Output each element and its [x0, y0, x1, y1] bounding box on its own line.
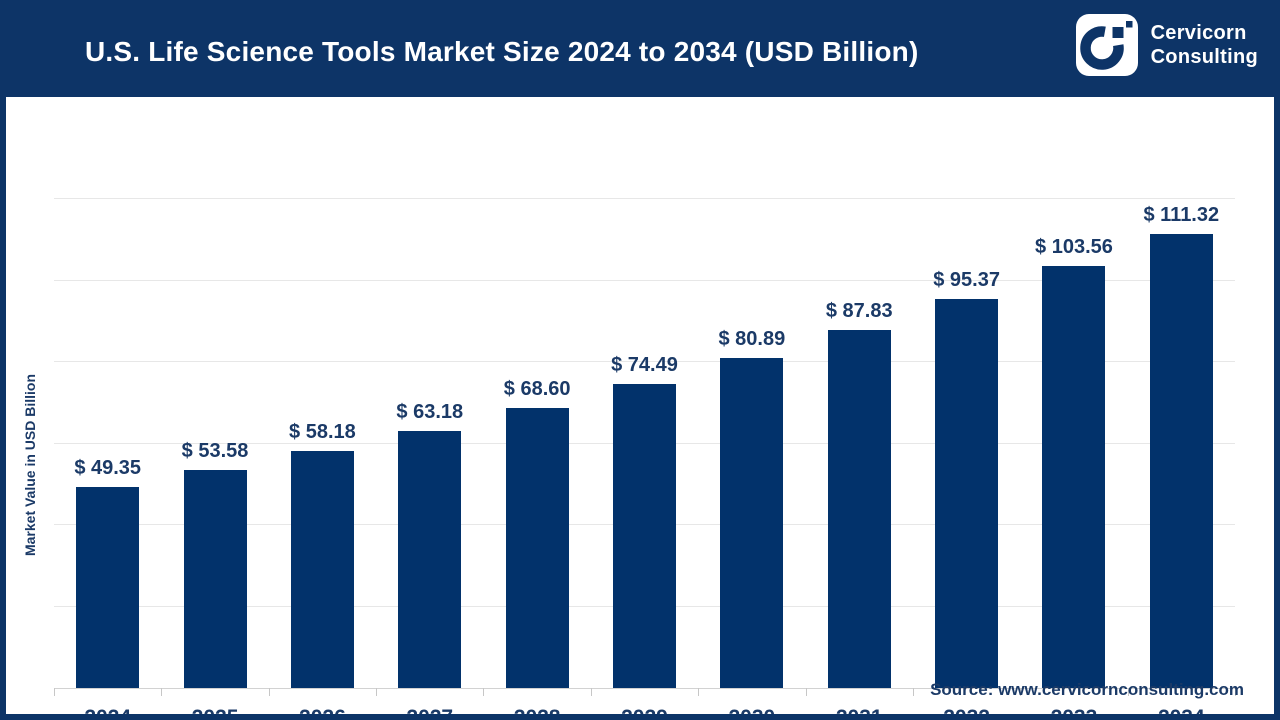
x-axis-label-2031: 2031	[806, 706, 913, 720]
bar-2027	[398, 431, 461, 688]
bar-value-label-2029: $ 74.49	[591, 354, 698, 377]
x-axis-tick	[806, 688, 807, 696]
bar-group-2024: $ 49.352024	[54, 199, 161, 688]
source-note: Source: www.cervicornconsulting.com	[930, 680, 1244, 700]
bar-2032	[935, 299, 998, 688]
bar-group-2029: $ 74.492029	[591, 199, 698, 688]
bar-group-2032: $ 95.372032	[913, 199, 1020, 688]
bar-value-label-2024: $ 49.35	[54, 457, 161, 480]
bar-2024	[76, 487, 139, 688]
x-axis-label-2032: 2032	[913, 706, 1020, 720]
bar-2034	[1150, 234, 1213, 688]
bar-value-label-2034: $ 111.32	[1128, 204, 1235, 227]
x-axis-tick	[483, 688, 484, 696]
bar-2028	[506, 408, 569, 688]
bar-group-2033: $ 103.562033	[1020, 199, 1127, 688]
bar-value-label-2030: $ 80.89	[698, 328, 805, 351]
x-axis-tick	[54, 688, 55, 696]
brand-logo: Cervicorn Consulting	[1076, 14, 1258, 76]
x-axis-tick	[591, 688, 592, 696]
x-axis-label-2024: 2024	[54, 706, 161, 720]
bar-2033	[1042, 266, 1105, 688]
bar-value-label-2025: $ 53.58	[161, 440, 268, 463]
bar-2030	[720, 358, 783, 688]
bar-value-label-2027: $ 63.18	[376, 401, 483, 424]
plot-area: $ 49.352024$ 53.582025$ 58.182026$ 63.18…	[54, 199, 1235, 688]
brand-name-line2: Consulting	[1151, 45, 1258, 69]
x-axis-tick	[913, 688, 914, 696]
x-axis-label-2030: 2030	[698, 706, 805, 720]
x-axis-label-2028: 2028	[483, 706, 590, 720]
bar-group-2034: $ 111.322034	[1128, 199, 1235, 688]
chart-area: Market Value in USD Billion $ 49.352024$…	[6, 97, 1274, 714]
x-axis-label-2033: 2033	[1020, 706, 1127, 720]
infographic-page: U.S. Life Science Tools Market Size 2024…	[0, 0, 1280, 720]
bar-2031	[828, 330, 891, 688]
bar-value-label-2028: $ 68.60	[483, 378, 590, 401]
x-axis-label-2025: 2025	[161, 706, 268, 720]
x-axis-label-2026: 2026	[269, 706, 376, 720]
bar-group-2027: $ 63.182027	[376, 199, 483, 688]
chart-title: U.S. Life Science Tools Market Size 2024…	[85, 6, 918, 97]
cervicorn-logo-icon	[1076, 14, 1138, 76]
bar-group-2025: $ 53.582025	[161, 199, 268, 688]
bar-2025	[184, 470, 247, 688]
bar-value-label-2026: $ 58.18	[269, 421, 376, 444]
x-axis-tick	[161, 688, 162, 696]
brand-name-line1: Cervicorn	[1151, 21, 1258, 45]
bar-2026	[291, 451, 354, 688]
x-axis-tick	[376, 688, 377, 696]
bar-group-2026: $ 58.182026	[269, 199, 376, 688]
brand-name: Cervicorn Consulting	[1151, 21, 1258, 69]
bar-group-2031: $ 87.832031	[806, 199, 913, 688]
x-axis-label-2029: 2029	[591, 706, 698, 720]
bar-value-label-2031: $ 87.83	[806, 300, 913, 323]
bar-2029	[613, 384, 676, 688]
x-axis-tick	[698, 688, 699, 696]
bar-group-2030: $ 80.892030	[698, 199, 805, 688]
bar-group-2028: $ 68.602028	[483, 199, 590, 688]
bar-value-label-2032: $ 95.37	[913, 269, 1020, 292]
bar-value-label-2033: $ 103.56	[1020, 236, 1127, 259]
x-axis-tick	[269, 688, 270, 696]
x-axis-label-2034: 2034	[1128, 706, 1235, 720]
x-axis-label-2027: 2027	[376, 706, 483, 720]
